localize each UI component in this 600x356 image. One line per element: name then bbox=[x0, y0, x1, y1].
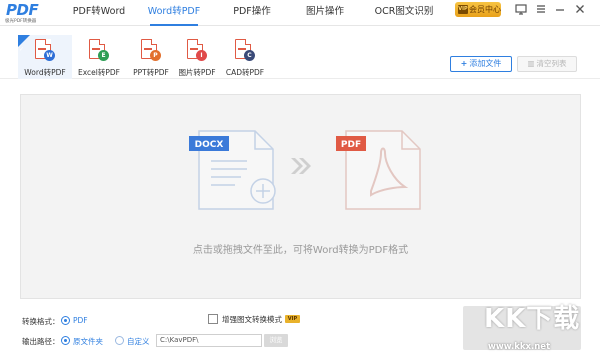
output-path-label: 输出路径： bbox=[22, 337, 60, 346]
browse-button[interactable]: 浏览 bbox=[264, 334, 288, 347]
enhance-mode-label: 增强图文转换模式 bbox=[222, 315, 282, 324]
vip-tag: VIP bbox=[458, 5, 468, 14]
add-file-label: 添加文件 bbox=[469, 59, 502, 68]
tool-excel-to-pdf[interactable]: E Excel转PDF bbox=[72, 35, 126, 79]
tab-image-operations[interactable]: 图片操作 bbox=[292, 0, 358, 26]
docx-tag: DOCX bbox=[195, 140, 224, 150]
tool-badge: I bbox=[196, 50, 207, 61]
minimize-icon[interactable] bbox=[553, 3, 567, 17]
vip-center-button[interactable]: VIP 会员中心 bbox=[455, 2, 501, 17]
tool-badge: P bbox=[150, 50, 161, 61]
clear-list-label: 清空列表 bbox=[536, 59, 567, 68]
plus-icon: + bbox=[460, 59, 468, 68]
output-original-label: 原文件夹 bbox=[73, 337, 103, 346]
tool-label: Word转PDF bbox=[24, 68, 66, 77]
logo-mark: PDF bbox=[6, 1, 39, 19]
close-icon[interactable] bbox=[573, 3, 587, 17]
format-pdf-radio[interactable] bbox=[61, 316, 70, 325]
tool-cad-to-pdf[interactable]: C CAD转PDF bbox=[218, 35, 272, 79]
output-custom-label: 自定义 bbox=[127, 337, 150, 346]
vip-center-label: 会员中心 bbox=[469, 5, 501, 14]
enhance-vip-badge: VIP bbox=[285, 315, 300, 323]
file-drop-zone[interactable]: DOCX PDF 点击或拖拽文件至此，可将Word转换为PDF格式 bbox=[20, 94, 581, 299]
output-custom-radio[interactable] bbox=[115, 336, 124, 345]
drop-hint: 点击或拖拽文件至此，可将Word转换为PDF格式 bbox=[192, 245, 409, 256]
selected-check-icon: ✓ bbox=[18, 35, 30, 53]
tool-label: CAD转PDF bbox=[225, 68, 265, 77]
pdf-tag: PDF bbox=[341, 140, 361, 150]
trash-icon: ▥ bbox=[527, 59, 535, 68]
tab-ocr[interactable]: OCR图文识别 bbox=[358, 0, 450, 26]
menu-icon[interactable] bbox=[534, 3, 548, 17]
clear-list-button[interactable]: ▥ 清空列表 bbox=[517, 56, 577, 72]
add-file-button[interactable]: + 添加文件 bbox=[450, 56, 512, 72]
output-original-radio[interactable] bbox=[61, 336, 70, 345]
enhance-mode-checkbox[interactable] bbox=[208, 314, 218, 324]
tool-badge: E bbox=[98, 50, 109, 61]
output-path-input[interactable]: C:\KavPDF\ bbox=[156, 334, 262, 347]
arrow-icon bbox=[291, 158, 311, 174]
monitor-icon[interactable] bbox=[514, 3, 528, 17]
tab-word-to-pdf[interactable]: Word转PDF bbox=[136, 0, 212, 26]
tool-badge: W bbox=[44, 50, 55, 61]
conversion-illustration: DOCX PDF bbox=[189, 130, 421, 210]
title-bar: PDF 极光PDF转换器 PDF转Word Word转PDF PDF操作 图片操… bbox=[0, 0, 600, 26]
site-watermark: KK下载 www.kkx.net bbox=[480, 298, 600, 356]
tab-pdf-to-word[interactable]: PDF转Word bbox=[62, 0, 136, 26]
tool-badge: C bbox=[244, 50, 255, 61]
format-pdf-label: PDF bbox=[73, 316, 88, 325]
format-label: 转换格式： bbox=[22, 317, 60, 326]
watermark-url: www.kkx.net bbox=[488, 342, 551, 352]
app-logo: PDF 极光PDF转换器 bbox=[4, 1, 50, 25]
main-nav: PDF转Word Word转PDF PDF操作 图片操作 OCR图文识别 bbox=[62, 0, 450, 26]
watermark-text: KK下载 bbox=[484, 304, 581, 334]
tool-word-to-pdf[interactable]: ✓ W Word转PDF bbox=[18, 35, 72, 79]
tab-pdf-operations[interactable]: PDF操作 bbox=[212, 0, 292, 26]
logo-subtitle: 极光PDF转换器 bbox=[5, 19, 37, 24]
